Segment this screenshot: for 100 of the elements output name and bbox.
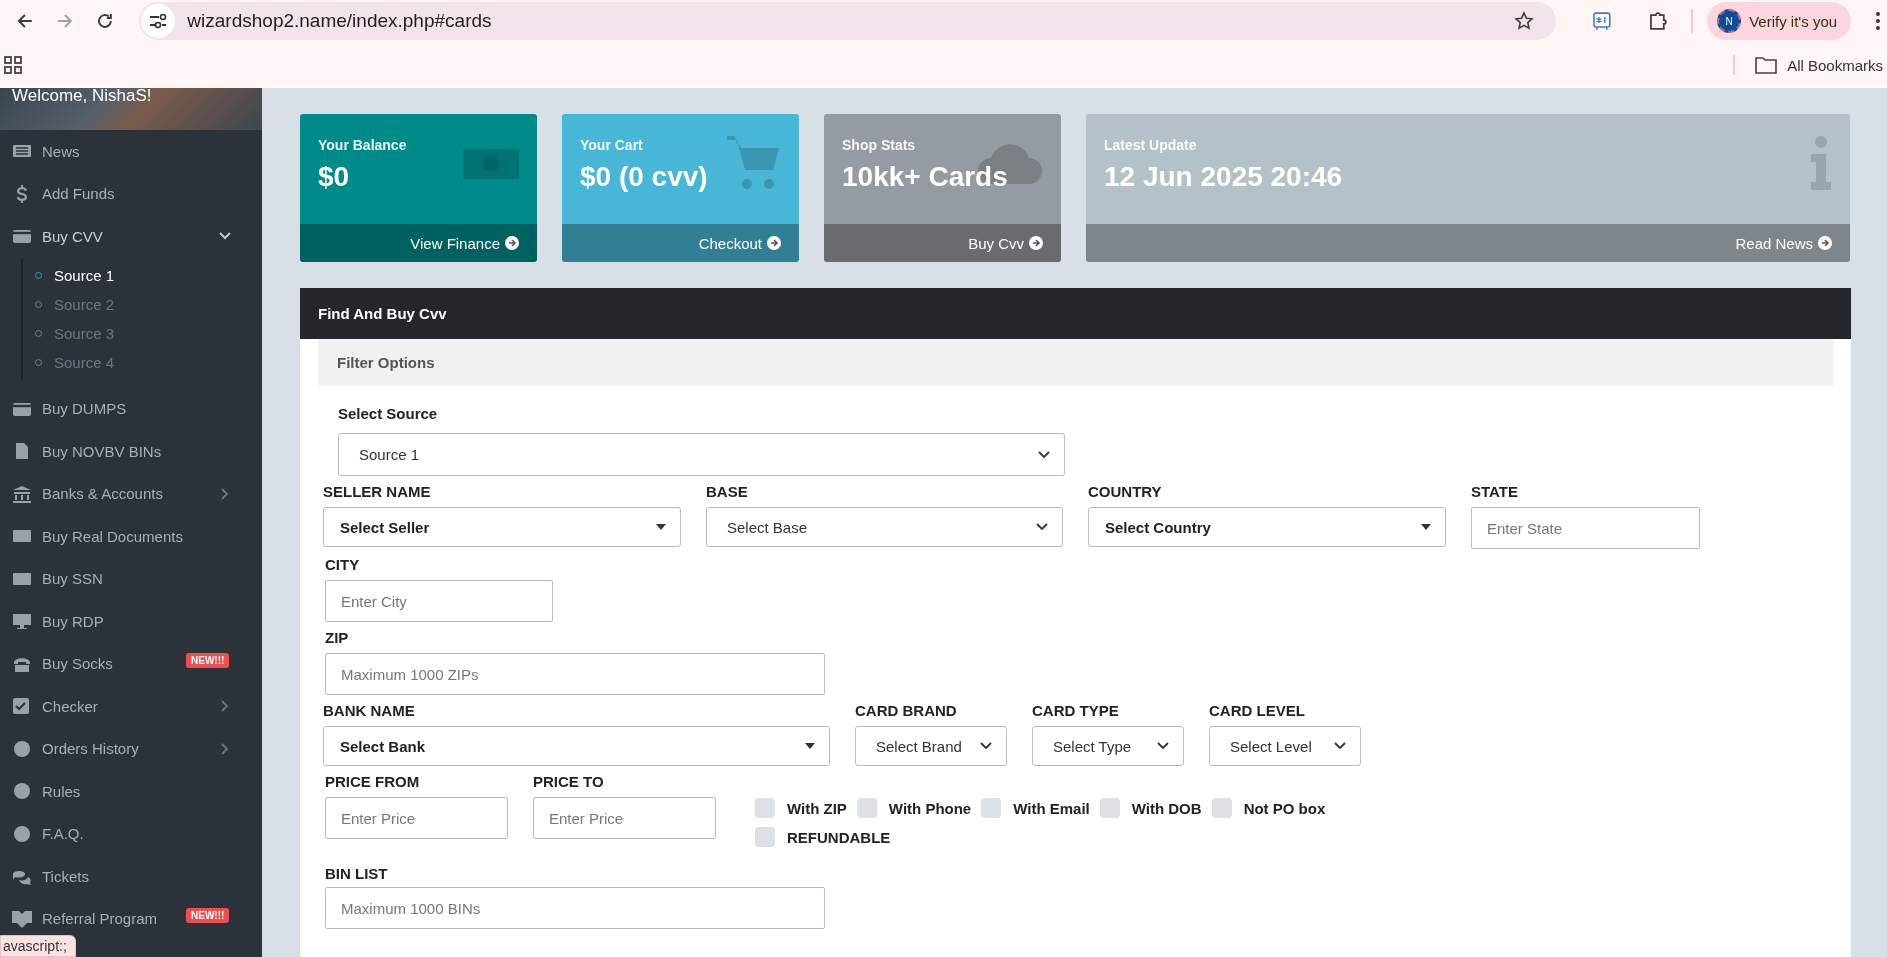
option-checkbox[interactable]: With DOB (1099, 798, 1202, 818)
welcome-text: Welcome, NishaS! (12, 88, 152, 104)
field-label: PRICE TO (533, 773, 605, 792)
back-icon[interactable] (16, 12, 34, 30)
folder-icon[interactable] (1755, 56, 1778, 74)
avatar-icon: N (1717, 9, 1742, 33)
address-bar[interactable]: wizardshop2.name/index.php#cards (139, 2, 1556, 40)
monitor-icon (12, 612, 32, 631)
arrow-circle-icon (505, 236, 519, 250)
sidebar-item[interactable]: F.A.Q. (0, 812, 262, 855)
bookmarks-label[interactable]: All Bookmarks (1787, 56, 1883, 74)
field-label: Select Source (338, 405, 439, 424)
price-field[interactable]: Enter Price (325, 797, 508, 839)
sidebar-item[interactable]: Buy NOVBV BINs (0, 430, 262, 473)
sidebar-item[interactable]: Buy SSN (0, 557, 262, 600)
dropdown[interactable]: Select Type (1032, 726, 1184, 766)
option-checkbox[interactable]: Not PO box (1211, 798, 1326, 818)
arrow-circle-icon (1029, 236, 1043, 250)
card-link[interactable]: Read News (1735, 234, 1832, 252)
card-value: $0 (0 cvv) (580, 161, 708, 193)
field-label: STATE (1471, 483, 1519, 502)
card-link[interactable]: Buy Cvv (968, 234, 1043, 252)
field-label: PRICE FROM (325, 773, 421, 792)
sidebar-item-label: Buy Real Documents (42, 527, 183, 545)
field-label: CARD LEVEL (1209, 702, 1306, 721)
sidebar-item[interactable]: Orders History (0, 727, 262, 770)
sidebar-item-label: F.A.Q. (42, 825, 84, 843)
sidebar-item[interactable]: Banks & Accounts (0, 472, 262, 515)
sidebar-item-label: Buy Socks (42, 655, 113, 673)
chevron-down-icon (1038, 450, 1050, 459)
filter-title: Filter Options (337, 354, 435, 371)
combobox[interactable]: Select Country (1088, 507, 1446, 547)
field-label: BIN LIST (325, 865, 389, 884)
caret-down-icon (1421, 524, 1431, 530)
reload-icon[interactable] (95, 12, 114, 30)
status-url-tooltip: avascript:; (0, 935, 76, 957)
password-icon[interactable] (1591, 11, 1612, 31)
checkbox[interactable] (981, 798, 1002, 818)
combobox[interactable]: Select Bank (323, 726, 830, 766)
arrow-circle-icon (767, 236, 781, 250)
puzzle-icon[interactable] (1647, 10, 1670, 32)
caret-down-icon (656, 524, 666, 530)
option-checkbox[interactable]: With Email (981, 798, 1090, 818)
sidebar-item-label: Rules (42, 782, 81, 800)
input-field[interactable]: Enter City (325, 580, 553, 622)
chevron-down-icon (1036, 523, 1048, 531)
sidebar-item[interactable]: Tickets (0, 855, 262, 898)
star-icon[interactable] (1513, 11, 1534, 31)
sidebar-item-label: Buy CVV (42, 227, 103, 245)
sidebar-item[interactable]: Checker (0, 685, 262, 728)
menu-icon[interactable] (1875, 11, 1881, 31)
chevron-down-icon (1157, 742, 1169, 750)
apps-grid-icon[interactable] (4, 56, 22, 74)
sidebar-item[interactable]: Buy DUMPS (0, 387, 262, 430)
sidebar-item[interactable]: Buy CVV (0, 215, 262, 258)
input-field[interactable]: Maximum 1000 BINs (325, 887, 825, 929)
dropdown[interactable]: Select Base (706, 507, 1063, 547)
bank-icon (12, 484, 32, 503)
sidebar-item[interactable]: Buy Real Documents (0, 515, 262, 558)
card-title: Shop Stats (842, 137, 917, 153)
card-link[interactable]: Checkout (698, 234, 781, 252)
submenu-item[interactable]: Source 1 (23, 260, 262, 290)
site-settings-icon[interactable] (141, 4, 176, 38)
sidebar-item[interactable]: Buy RDP (0, 600, 262, 643)
card-title: Your Cart (580, 137, 644, 153)
caret-down-icon (805, 743, 815, 749)
sidebar-item[interactable]: Rules (0, 770, 262, 813)
field-label: CARD BRAND (855, 702, 958, 721)
checkbox[interactable] (856, 798, 877, 818)
new-badge: NEW!!! (186, 652, 230, 668)
panel-title: Find And Buy Cvv (318, 305, 447, 322)
input-field[interactable]: Maximum 1000 ZIPs (325, 653, 825, 695)
source-select[interactable]: Source 1 (338, 433, 1065, 476)
checkbox[interactable] (1099, 798, 1120, 818)
sidebar-item-label: Orders History (42, 740, 139, 758)
banknote-icon (463, 149, 519, 179)
input-field[interactable]: Enter State (1471, 507, 1700, 549)
dropdown[interactable]: Select Level (1209, 726, 1361, 766)
sidebar-item-label: Buy SSN (42, 570, 103, 588)
checkbox[interactable] (755, 798, 775, 818)
sidebar-item[interactable]: Add Funds (0, 172, 262, 215)
sidebar-item-label: Buy NOVBV BINs (42, 442, 162, 460)
sidebar-item[interactable]: News (0, 130, 262, 173)
field-label: CITY (325, 556, 361, 575)
field-label: BANK NAME (323, 702, 416, 721)
option-checkbox[interactable]: REFUNDABLE (755, 827, 891, 847)
dropdown[interactable]: Select Brand (855, 726, 1007, 766)
profile-button[interactable]: N Verify it's you (1707, 2, 1852, 40)
card-title: Latest Update (1104, 137, 1198, 153)
sidebar-item-label: Buy DUMPS (42, 400, 127, 418)
url-text: wizardshop2.name/index.php#cards (187, 10, 493, 32)
checkbox[interactable] (1211, 798, 1232, 818)
price-field[interactable]: Enter Price (533, 797, 716, 839)
checkbox[interactable] (755, 827, 775, 847)
option-checkbox[interactable]: With ZIP (755, 798, 847, 818)
sidebar-item[interactable]: Buy Socks NEW!!! (0, 642, 262, 685)
combobox[interactable]: Select Seller (323, 507, 681, 547)
card-value: 10kk+ Cards (842, 161, 1008, 193)
checkbox-icon (12, 697, 32, 716)
option-checkbox[interactable]: With Phone (856, 798, 972, 818)
